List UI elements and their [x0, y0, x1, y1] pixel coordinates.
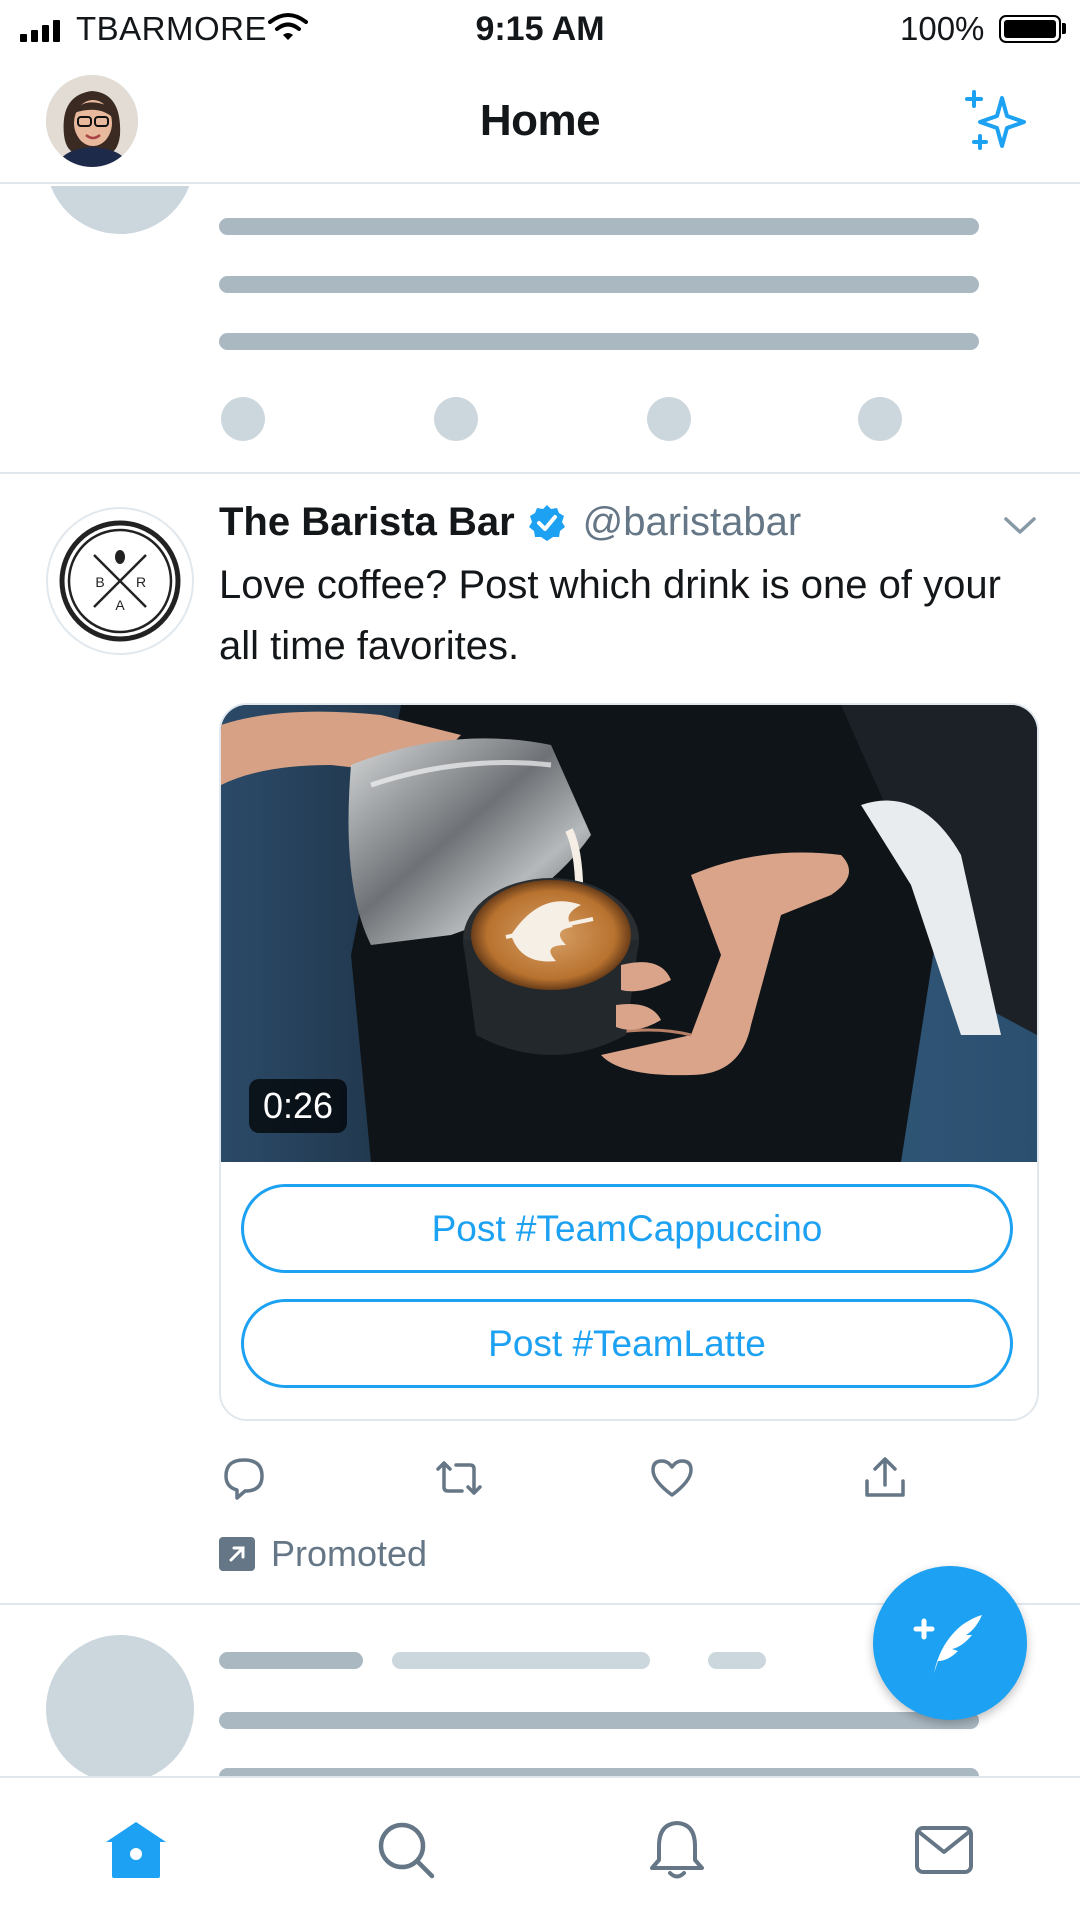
messages-icon[interactable]: [912, 1818, 976, 1882]
battery-percent: 100%: [900, 10, 985, 47]
svg-text:B: B: [95, 574, 104, 590]
barista-bar-logo: B R A: [59, 520, 181, 642]
verified-badge-icon: [528, 504, 565, 541]
reply-icon[interactable]: [221, 1455, 267, 1501]
skeleton-line: [392, 1652, 650, 1669]
skeleton-dot: [221, 397, 265, 441]
retweet-icon[interactable]: [432, 1455, 486, 1501]
tweet-author-row: The Barista Bar @baristabar: [219, 500, 801, 545]
skeleton-line: [219, 218, 979, 235]
search-icon[interactable]: [374, 1818, 438, 1882]
page-title: Home: [479, 96, 601, 145]
skeleton-dot: [434, 397, 478, 441]
battery-icon: [999, 15, 1061, 43]
top-nav-bar: Home: [0, 58, 1080, 184]
tweet-text: Love coffee? Post which drink is one of …: [219, 563, 1001, 668]
skeleton-line: [219, 1652, 363, 1669]
video-card[interactable]: 0:26 Post #TeamCappuccino Post #TeamLatt…: [219, 703, 1039, 1421]
like-icon[interactable]: [649, 1455, 695, 1501]
brand-avatar[interactable]: B R A: [46, 507, 194, 655]
promoted-arrow-icon: [219, 1537, 255, 1571]
author-handle[interactable]: @baristabar: [583, 500, 801, 545]
skeleton-line: [708, 1652, 766, 1669]
skeleton-line: [219, 1712, 979, 1729]
compose-tweet-button[interactable]: [873, 1566, 1027, 1720]
status-bar: TBARMORE 9:15 AM 100%: [0, 0, 1080, 58]
promoted-label: Promoted: [271, 1533, 428, 1574]
promoted-indicator: Promoted: [219, 1533, 427, 1575]
skeleton-dot: [858, 397, 902, 441]
svg-text:R: R: [136, 574, 146, 590]
skeleton-avatar: [46, 1635, 194, 1783]
video-thumbnail[interactable]: 0:26: [221, 705, 1037, 1162]
compose-feather-icon: [913, 1615, 982, 1673]
post-team-cappuccino-button[interactable]: Post #TeamCappuccino: [241, 1184, 1013, 1273]
notifications-icon[interactable]: [645, 1818, 709, 1882]
svg-text:A: A: [115, 597, 125, 613]
share-icon[interactable]: [862, 1455, 908, 1501]
feed-divider: [0, 472, 1080, 474]
chevron-down-icon[interactable]: [1003, 515, 1037, 537]
battery-tip: [1062, 23, 1066, 34]
author-display-name[interactable]: The Barista Bar: [219, 500, 515, 545]
skeleton-line: [219, 276, 979, 293]
post-team-latte-button[interactable]: Post #TeamLatte: [241, 1299, 1013, 1388]
home-icon[interactable]: [104, 1818, 168, 1882]
bottom-tab-bar: [0, 1776, 1080, 1920]
skeleton-dot: [647, 397, 691, 441]
sparkle-icon[interactable]: [962, 88, 1034, 154]
skeleton-line: [219, 333, 979, 350]
video-duration: 0:26: [249, 1079, 348, 1133]
